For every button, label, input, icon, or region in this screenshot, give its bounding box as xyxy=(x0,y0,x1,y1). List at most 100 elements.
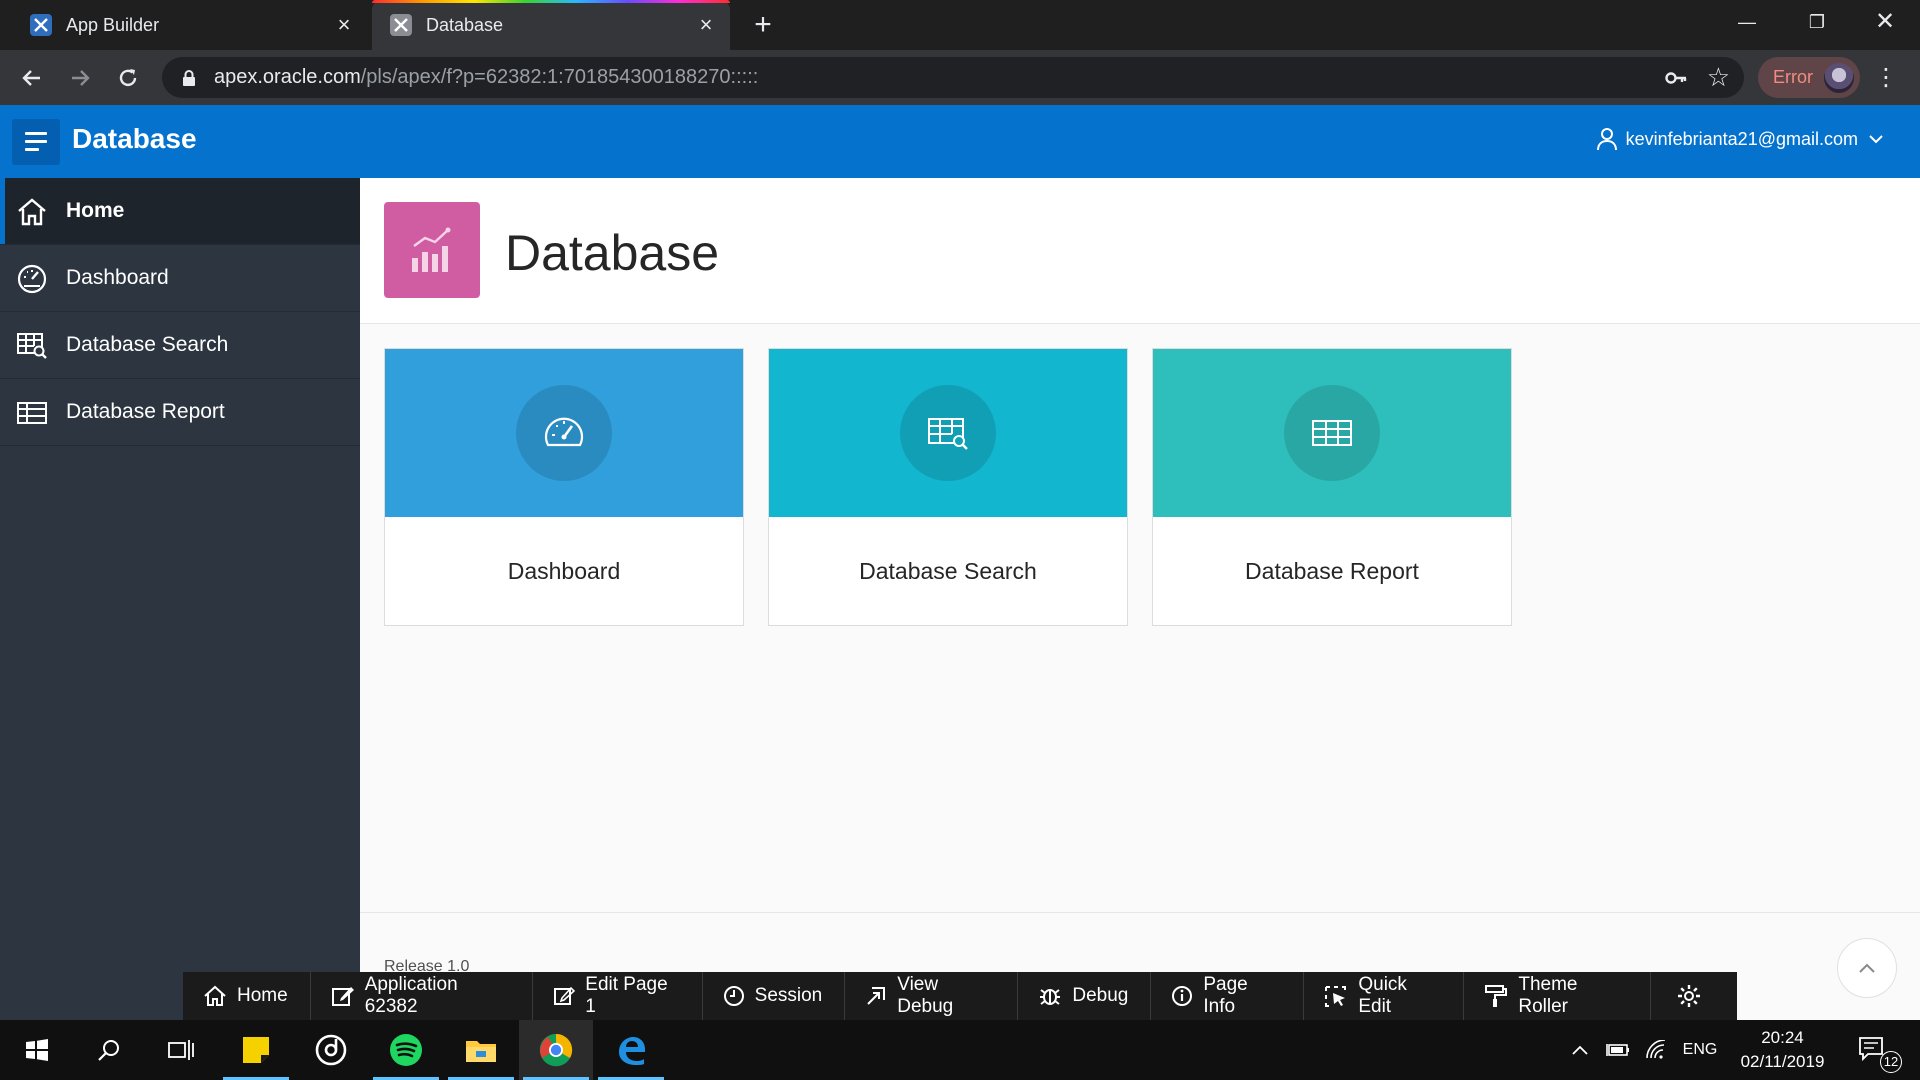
edit-icon xyxy=(554,986,576,1005)
card-database-report[interactable]: Database Report xyxy=(1152,348,1512,626)
dev-button-label: Home xyxy=(237,985,288,1006)
developer-toolbar: Home Application 62382 Edit Page 1 Sessi… xyxy=(183,972,1737,1020)
dev-theme-roller-button[interactable]: Theme Roller xyxy=(1464,972,1651,1020)
reload-icon[interactable] xyxy=(112,62,144,94)
dev-button-label: Quick Edit xyxy=(1358,974,1407,1017)
user-email: kevinfebrianta21@gmail.com xyxy=(1625,128,1858,149)
speedometer-icon xyxy=(17,264,47,294)
browser-toolbar: apex.oracle.com/pls/apex/f?p=62382:1:701… xyxy=(0,50,1920,105)
browser-tab-app-builder[interactable]: App Builder × xyxy=(0,0,368,50)
table-icon xyxy=(17,402,47,424)
dev-button-label: Debug xyxy=(1072,985,1129,1006)
browser-tab-title: App Builder xyxy=(66,14,160,35)
profile-error-button[interactable]: Error xyxy=(1758,57,1860,98)
task-view-icon[interactable] xyxy=(144,1020,218,1080)
browser-tab-strip: App Builder × Database × + — ❐ ✕ xyxy=(0,0,1920,50)
dev-button-label: Session xyxy=(754,985,823,1006)
edit-icon xyxy=(331,987,354,1006)
bug-icon xyxy=(1040,989,1061,1005)
dev-button-label: Page Info xyxy=(1203,974,1248,1017)
edge-icon[interactable] xyxy=(594,1020,668,1080)
search-icon[interactable] xyxy=(72,1020,146,1080)
main-content: Database Dashboard Database Search Datab… xyxy=(360,178,1920,1020)
page-title: Database xyxy=(505,225,720,281)
card-header xyxy=(1153,349,1511,517)
chevron-down-icon xyxy=(1869,135,1883,144)
profile-status-text: Error xyxy=(1773,67,1813,87)
wifi-icon[interactable] xyxy=(1638,1020,1674,1080)
dev-edit-page-button[interactable]: Edit Page 1 xyxy=(533,972,703,1020)
chevron-up-icon xyxy=(1859,963,1875,973)
sidebar-item-label: Database Report xyxy=(66,400,225,423)
dev-page-info-button[interactable]: Page Info xyxy=(1151,972,1305,1020)
forward-icon[interactable] xyxy=(64,62,96,94)
speedometer-icon xyxy=(516,385,612,481)
dev-quick-edit-button[interactable]: Quick Edit xyxy=(1304,972,1465,1020)
address-bar[interactable]: apex.oracle.com/pls/apex/f?p=62382:1:701… xyxy=(162,57,1744,98)
minimize-window-icon[interactable]: — xyxy=(1712,0,1782,44)
dev-application-button[interactable]: Application 62382 xyxy=(311,972,534,1020)
bookmark-star-icon[interactable]: ☆ xyxy=(1707,63,1730,91)
info-icon xyxy=(1172,986,1193,1006)
chevron-up-icon[interactable] xyxy=(1562,1020,1598,1080)
windows-start-icon[interactable] xyxy=(0,1020,74,1080)
battery-icon[interactable] xyxy=(1600,1020,1636,1080)
dev-button-label: Application 62382 xyxy=(364,974,458,1017)
card-label: Dashboard xyxy=(507,558,621,584)
sidebar-item-dashboard[interactable]: Dashboard xyxy=(0,245,360,312)
close-tab-icon[interactable]: × xyxy=(694,13,718,37)
app-title[interactable]: Database xyxy=(72,123,197,155)
user-menu[interactable]: kevinfebrianta21@gmail.com xyxy=(1596,127,1892,151)
sidebar-item-label: Home xyxy=(66,199,125,222)
notification-count-badge: 12 xyxy=(1880,1051,1902,1073)
app-header: Database kevinfebrianta21@gmail.com xyxy=(0,105,1920,178)
sidebar-item-database-search[interactable]: Database Search xyxy=(0,312,360,379)
close-window-icon[interactable]: ✕ xyxy=(1850,0,1920,44)
paint-roller-icon xyxy=(1485,985,1508,1007)
dev-debug-button[interactable]: Debug xyxy=(1018,972,1152,1020)
table-icon xyxy=(1284,385,1380,481)
scroll-to-top-button[interactable] xyxy=(1837,938,1897,998)
notifications-icon[interactable]: 12 xyxy=(1850,1020,1906,1080)
url-text: apex.oracle.com/pls/apex/f?p=62382:1:701… xyxy=(214,66,759,88)
apex-favicon-icon xyxy=(390,14,412,36)
groove-music-icon[interactable] xyxy=(294,1020,368,1080)
sidebar-item-label: Database Search xyxy=(66,333,229,356)
home-icon xyxy=(204,985,226,1006)
browser-menu-icon[interactable]: ⋮ xyxy=(1874,62,1898,94)
dev-session-button[interactable]: Session xyxy=(703,972,846,1020)
sticky-notes-icon[interactable] xyxy=(219,1020,293,1080)
home-icon xyxy=(18,198,46,226)
card-label: Database Report xyxy=(1245,558,1419,584)
footer-divider xyxy=(360,912,1920,913)
sidebar-item-home[interactable]: Home xyxy=(0,178,360,245)
clock-time: 20:24 xyxy=(1761,1028,1804,1047)
dev-home-button[interactable]: Home xyxy=(183,972,311,1020)
key-icon[interactable] xyxy=(1664,66,1688,90)
file-explorer-icon[interactable] xyxy=(444,1020,518,1080)
language-indicator[interactable]: ENG xyxy=(1678,1020,1722,1080)
chrome-icon[interactable] xyxy=(519,1020,593,1080)
restore-window-icon[interactable]: ❐ xyxy=(1782,0,1852,44)
dev-settings-button[interactable] xyxy=(1651,972,1737,1020)
card-header xyxy=(769,349,1127,517)
back-icon[interactable] xyxy=(16,62,48,94)
dev-button-label: Edit Page 1 xyxy=(585,974,668,1017)
spotify-icon[interactable] xyxy=(369,1020,443,1080)
card-header xyxy=(385,349,743,517)
apex-favicon-icon xyxy=(30,14,52,36)
menu-toggle-button[interactable] xyxy=(12,119,60,165)
cursor-select-icon xyxy=(1325,986,1347,1007)
browser-tab-database[interactable]: Database × xyxy=(372,0,730,50)
taskbar-clock[interactable]: 20:24 02/11/2019 xyxy=(1730,1026,1835,1074)
lock-icon xyxy=(183,69,195,86)
sidebar-item-database-report[interactable]: Database Report xyxy=(0,379,360,446)
card-label: Database Search xyxy=(859,558,1037,584)
new-tab-icon[interactable]: + xyxy=(748,10,778,40)
dev-view-debug-button[interactable]: View Debug xyxy=(845,972,1019,1020)
browser-tab-title: Database xyxy=(426,14,504,35)
close-tab-icon[interactable]: × xyxy=(332,13,356,37)
card-database-search[interactable]: Database Search xyxy=(768,348,1128,626)
card-dashboard[interactable]: Dashboard xyxy=(384,348,744,626)
windows-taskbar: ENG 20:24 02/11/2019 12 xyxy=(0,1020,1920,1080)
